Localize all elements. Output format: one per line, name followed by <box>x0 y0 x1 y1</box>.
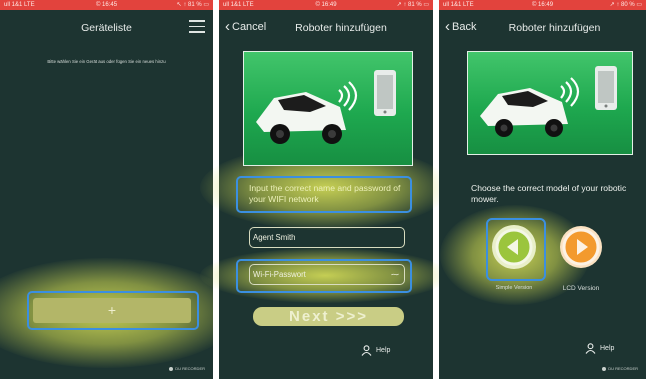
chevron-left-icon: ‹ <box>445 18 450 35</box>
record-icon <box>602 366 607 371</box>
robot-name-input[interactable]: Agent Smith <box>249 227 405 248</box>
battery-label: ↗ ↑ 81 % ▭ <box>396 2 429 8</box>
page-title: Roboter hinzufügen <box>508 22 601 34</box>
highlight-box <box>27 291 199 330</box>
status-bar: ull 1&1 LTE © 16:45 ↖ ↑ 81 % ▭ <box>0 0 213 10</box>
empty-list-hint: Bitte wählen Sie ein Gerät aus oder füge… <box>47 59 166 64</box>
robot-mower-icon <box>480 66 617 137</box>
highlight-box <box>486 218 546 281</box>
robot-illustration <box>243 51 413 166</box>
help-button[interactable]: Help <box>585 343 614 354</box>
help-button[interactable]: Help <box>361 345 390 356</box>
highlight-box <box>236 176 412 213</box>
highlight-box <box>236 259 412 293</box>
status-bar: ull 1&1 LTE © 16:49 ↗ ↑ 80 % ▭ <box>439 0 646 10</box>
recorder-watermark: DU RECORDER <box>602 366 638 371</box>
robot-illustration <box>467 51 633 155</box>
help-label: Help <box>376 347 391 354</box>
play-triangle-icon <box>562 228 600 266</box>
battery-label: ↖ ↑ 81 % ▭ <box>176 2 209 8</box>
recorder-watermark: DU RECORDER <box>169 366 205 371</box>
chevron-left-icon: ‹ <box>225 18 230 35</box>
lcd-version-label: LCD Version <box>562 285 600 292</box>
screen-device-list: ull 1&1 LTE © 16:45 ↖ ↑ 81 % ▭ Gerätelis… <box>0 0 213 379</box>
simple-version-label: Simple Version <box>495 285 533 291</box>
battery-label: ↗ ↑ 80 % ▭ <box>609 2 642 8</box>
record-icon <box>169 366 174 371</box>
hamburger-menu-icon[interactable] <box>189 20 205 33</box>
status-bar: ull 1&1 LTE © 16:49 ↗ ↑ 81 % ▭ <box>219 0 433 10</box>
lcd-version-button[interactable] <box>560 226 602 268</box>
person-icon <box>361 345 372 356</box>
model-instruction-text: Choose the correct model of your robotic… <box>471 183 627 204</box>
page-title: Geräteliste <box>81 22 132 34</box>
person-icon <box>585 343 596 354</box>
page-title: Roboter hinzufügen <box>295 22 387 34</box>
next-button[interactable]: Next >>> <box>253 307 404 326</box>
robot-mower-icon <box>256 70 396 144</box>
help-label: Help <box>600 345 615 352</box>
